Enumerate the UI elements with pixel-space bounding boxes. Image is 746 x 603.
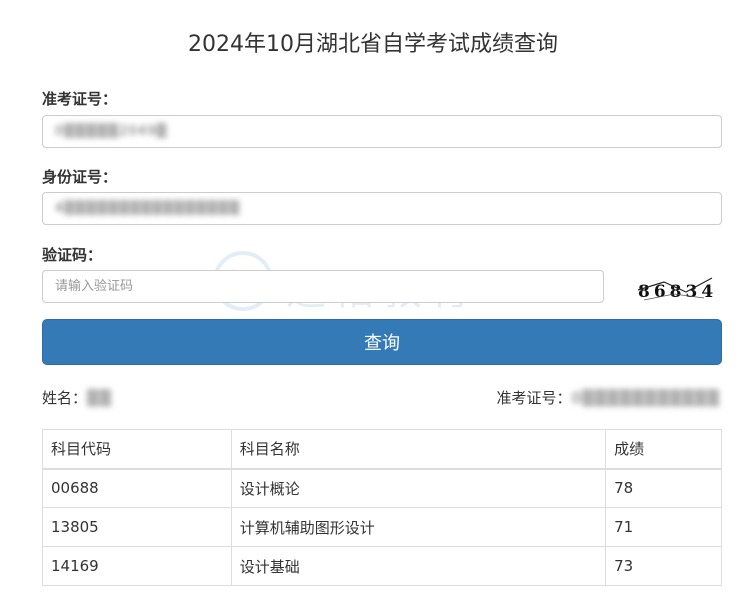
- table-row: 14169 设计基础 73: [42, 546, 722, 586]
- subject-score: 78: [605, 468, 722, 508]
- result-exam-no-label: 准考证号：: [496, 389, 572, 407]
- subject-name: 计算机辅助图形设计: [230, 507, 607, 547]
- result-exam-no-value: 0▒▒▒▒▒▒▒▒▒▒▒: [571, 389, 720, 407]
- id-number-label: 身份证号：: [42, 168, 118, 186]
- captcha-label: 验证码：: [42, 246, 103, 264]
- subject-score: 73: [605, 546, 722, 586]
- name-value: ▒▒: [87, 389, 113, 407]
- score-table: 科目代码 科目名称 成绩 00688 设计概论 78 13805 计算机辅助图形…: [42, 429, 722, 586]
- captcha-image[interactable]: 86834: [634, 272, 716, 302]
- exam-no-label: 准考证号：: [42, 90, 118, 108]
- exam-no-input[interactable]: 0▒▒▒▒▒2049▒: [42, 115, 722, 148]
- subject-code: 00688: [42, 468, 232, 508]
- subject-code: 14169: [42, 546, 232, 586]
- table-header-row: 科目代码 科目名称 成绩: [42, 429, 722, 470]
- captcha-input[interactable]: [42, 270, 604, 303]
- id-number-input[interactable]: 4▒▒▒▒▒▒▒▒▒▒▒▒▒▒▒▒: [42, 192, 722, 225]
- student-name: 姓名：▒▒: [42, 387, 112, 408]
- column-header-name: 科目名称: [230, 429, 607, 470]
- exam-no-value: 0▒▒▒▒▒2049▒: [55, 124, 168, 139]
- query-button[interactable]: 查询: [42, 319, 722, 365]
- subject-score: 71: [605, 507, 722, 547]
- table-row: 13805 计算机辅助图形设计 71: [42, 507, 722, 547]
- subject-name: 设计基础: [230, 546, 607, 586]
- subject-code: 13805: [42, 507, 232, 547]
- page-title: 2024年10月湖北省自学考试成绩查询: [188, 32, 558, 57]
- result-exam-no: 准考证号：0▒▒▒▒▒▒▒▒▒▒▒: [497, 387, 720, 408]
- table-row: 00688 设计概论 78: [42, 468, 722, 508]
- column-header-score: 成绩: [605, 429, 722, 470]
- subject-name: 设计概论: [230, 468, 607, 508]
- id-number-value: 4▒▒▒▒▒▒▒▒▒▒▒▒▒▒▒▒: [55, 201, 241, 216]
- column-header-code: 科目代码: [42, 429, 232, 470]
- name-label: 姓名：: [42, 389, 88, 407]
